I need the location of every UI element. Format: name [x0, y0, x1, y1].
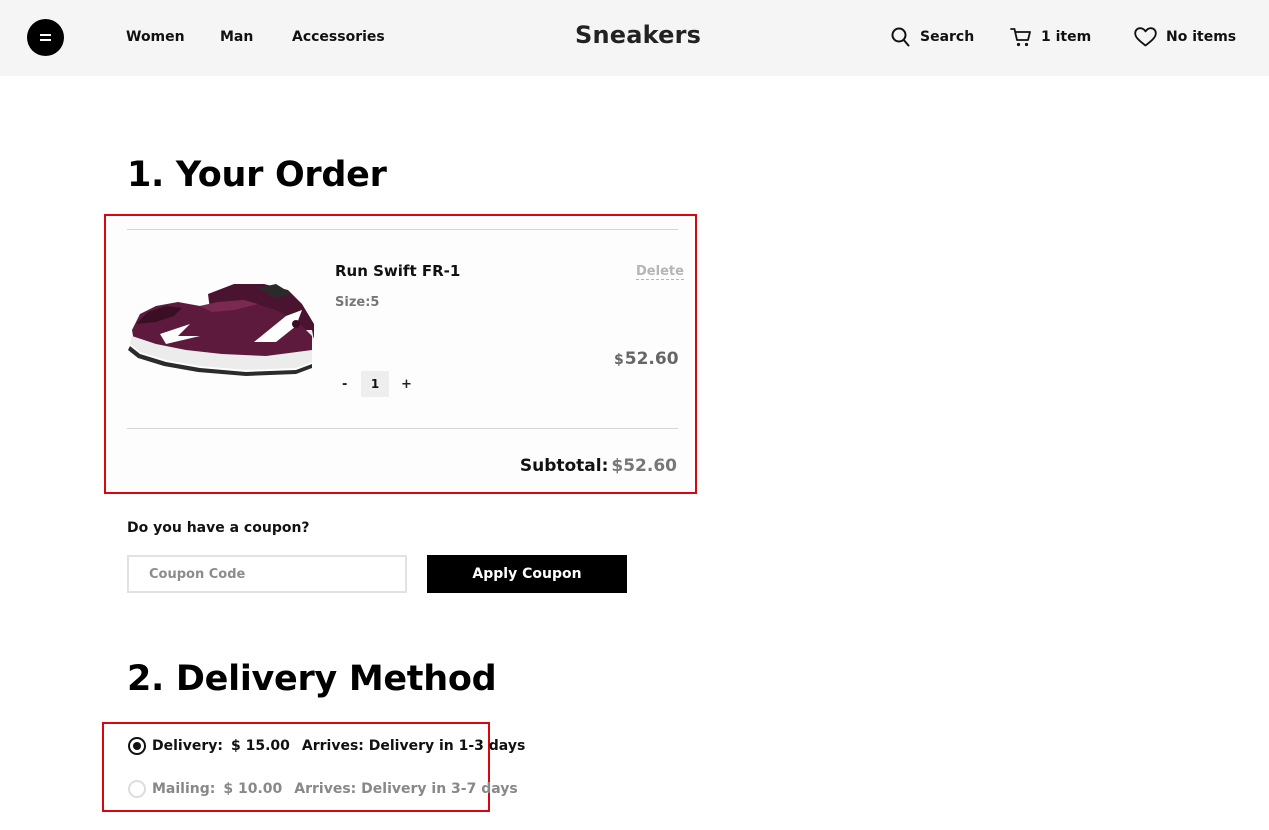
quantity-value[interactable]: 1 — [361, 371, 389, 397]
product-size: Size:5 — [335, 295, 380, 310]
coupon-code-input[interactable] — [127, 555, 407, 593]
divider — [127, 428, 678, 429]
delete-item-link[interactable]: Delete — [636, 264, 684, 280]
option-arrival: Arrives: Delivery in 1-3 days — [301, 738, 526, 754]
divider — [127, 229, 678, 230]
order-summary-box: Run Swift FR-1 Size:5 Delete $52.60 - 1 … — [104, 214, 697, 494]
radio-unselected[interactable] — [128, 780, 146, 798]
menu-icon[interactable] — [27, 19, 64, 56]
delivery-option-mailing[interactable]: Mailing: $ 10.00 Arrives: Delivery in 3-… — [128, 780, 518, 798]
heart-icon — [1134, 27, 1157, 47]
delivery-options-box: Delivery: $ 15.00 Arrives: Delivery in 1… — [102, 722, 525, 812]
cart-icon — [1010, 28, 1031, 47]
option-label: Delivery: — [152, 738, 223, 754]
option-label: Mailing: — [152, 781, 216, 797]
coupon-question: Do you have a coupon? — [127, 520, 310, 536]
radio-selected[interactable] — [128, 737, 146, 755]
cart-button[interactable]: 1 item — [1010, 26, 1091, 48]
option-price: $ 15.00 — [230, 738, 290, 754]
nav-man[interactable]: Man — [220, 29, 253, 45]
subtotal-label: Subtotal: — [519, 456, 609, 476]
delivery-section-title: 2. Delivery Method — [127, 659, 497, 699]
brand-logo[interactable]: Sneakers — [575, 21, 701, 49]
apply-coupon-button[interactable]: Apply Coupon — [427, 555, 627, 593]
quantity-decrease-button[interactable]: - — [342, 377, 347, 392]
delivery-option-delivery[interactable]: Delivery: $ 15.00 Arrives: Delivery in 1… — [128, 737, 525, 755]
price-value: 52.60 — [624, 349, 679, 369]
item-price: $52.60 — [614, 349, 679, 369]
search-button[interactable]: Search — [891, 26, 974, 48]
product-image — [128, 284, 314, 376]
site-header: Women Man Accessories Sneakers Search 1 … — [0, 0, 1269, 76]
wishlist-button[interactable]: No items — [1134, 26, 1236, 48]
wishlist-label: No items — [1166, 29, 1237, 45]
cart-count-label: 1 item — [1041, 29, 1092, 45]
order-section-title: 1. Your Order — [127, 155, 387, 195]
subtotal-value: $52.60 — [611, 456, 677, 476]
quantity-increase-button[interactable]: + — [401, 377, 412, 392]
option-price: $ 10.00 — [223, 781, 283, 797]
search-label: Search — [920, 29, 975, 45]
nav-women[interactable]: Women — [126, 29, 185, 45]
option-arrival: Arrives: Delivery in 3-7 days — [294, 781, 518, 797]
nav-accessories[interactable]: Accessories — [292, 29, 385, 45]
product-name[interactable]: Run Swift FR-1 — [335, 262, 460, 280]
search-icon — [891, 27, 910, 47]
price-currency: $ — [614, 352, 624, 368]
subtotal: Subtotal: $52.60 — [520, 456, 677, 476]
